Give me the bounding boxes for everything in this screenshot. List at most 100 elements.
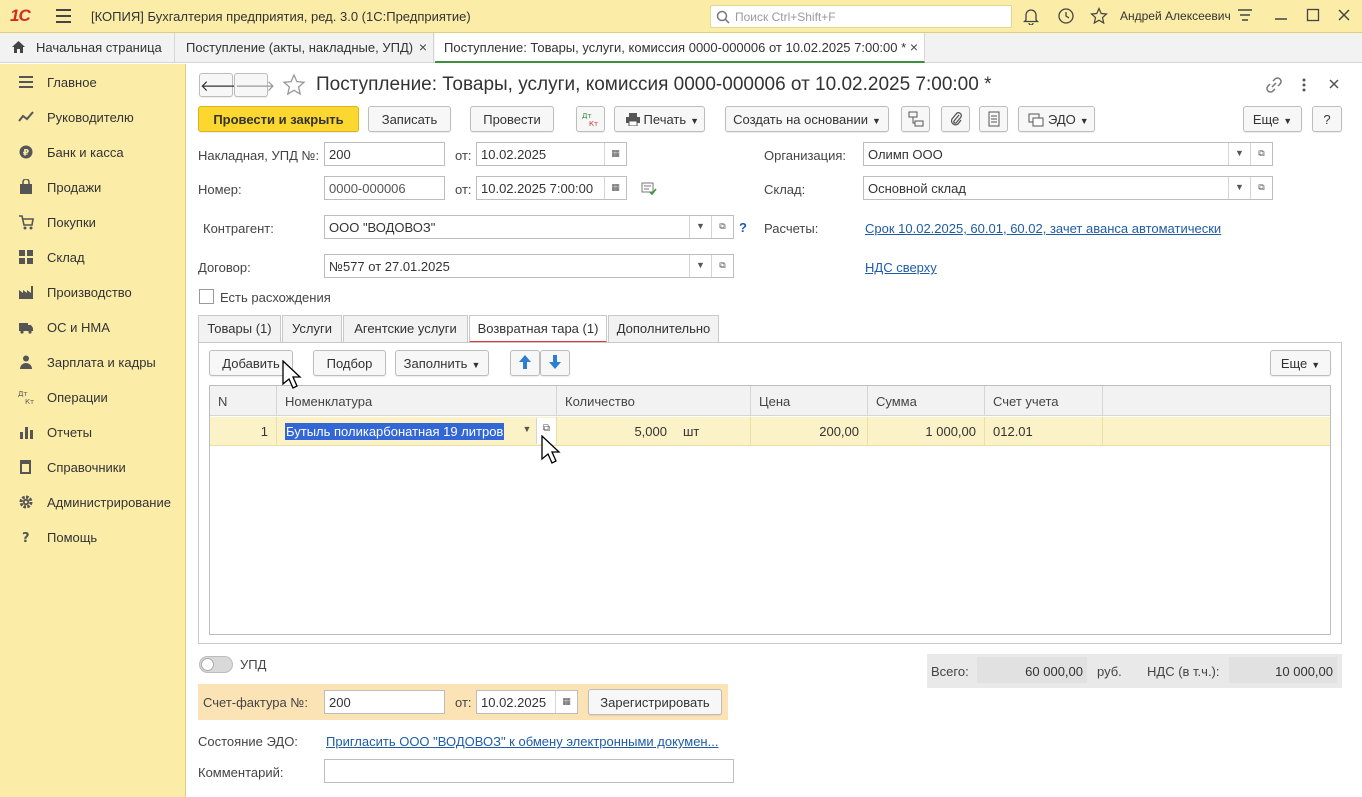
- column-header-n[interactable]: N: [210, 386, 277, 416]
- column-header-quantity[interactable]: Количество: [557, 386, 751, 416]
- contract-field[interactable]: №577 от 27.01.2025 ▼ ⧉: [324, 254, 734, 278]
- edo-invite-link[interactable]: Пригласить ООО "ВОДОВОЗ" к обмену электр…: [326, 734, 718, 749]
- bell-icon[interactable]: [1023, 7, 1039, 25]
- cell-sum[interactable]: 1 000,00: [868, 417, 985, 446]
- settlements-link[interactable]: Срок 10.02.2025, 60.01, 60.02, зачет ава…: [865, 221, 1221, 236]
- user-name[interactable]: Андрей Алексеевич: [1120, 9, 1231, 23]
- back-arrow-icon[interactable]: 🡐: [199, 73, 240, 97]
- tab-agent-services[interactable]: Агентские услуги: [343, 315, 468, 342]
- tab-goods[interactable]: Товары (1): [198, 315, 281, 342]
- invoice-number-field[interactable]: 200: [324, 142, 445, 166]
- move-down-button[interactable]: [540, 350, 570, 376]
- chevron-down-icon[interactable]: ▼: [1228, 177, 1250, 199]
- discrepancy-checkbox[interactable]: [199, 289, 214, 304]
- invoice-date-field[interactable]: 10.02.2025 ▦: [476, 142, 627, 166]
- history-icon[interactable]: [1057, 7, 1075, 25]
- favorite-star-icon[interactable]: [282, 73, 306, 97]
- cell-account[interactable]: 012.01: [985, 417, 1103, 446]
- global-search-input[interactable]: Поиск Ctrl+Shift+F: [710, 5, 1012, 28]
- fill-button[interactable]: Заполнить ▼: [395, 350, 489, 376]
- edo-button[interactable]: ЭДО ▼: [1018, 106, 1095, 132]
- help-button[interactable]: ?: [1312, 106, 1342, 132]
- minimize-icon[interactable]: [1274, 7, 1288, 23]
- close-form-icon[interactable]: [1328, 77, 1340, 91]
- table-row[interactable]: 1 Бутыль поликарбонатная 19 литров ▼ ⧉ 5…: [210, 417, 1330, 446]
- column-header-price[interactable]: Цена: [751, 386, 868, 416]
- register-button[interactable]: Зарегистрировать: [588, 689, 722, 715]
- sidebar-item-salary[interactable]: Зарплата и кадры: [0, 345, 186, 380]
- create-based-on-button[interactable]: Создать на основании ▼: [725, 106, 889, 132]
- star-icon[interactable]: [1090, 7, 1108, 25]
- open-icon[interactable]: ⧉: [711, 255, 733, 277]
- warehouse-field[interactable]: Основной склад ▼ ⧉: [863, 176, 1273, 200]
- tab-additional[interactable]: Дополнительно: [608, 315, 719, 342]
- sidebar-item-production[interactable]: Производство: [0, 275, 186, 310]
- open-icon[interactable]: ⧉: [1250, 143, 1272, 165]
- sidebar-item-admin[interactable]: Администрирование: [0, 485, 186, 520]
- hamburger-menu-icon[interactable]: [56, 9, 71, 23]
- invoice-block-number-field[interactable]: 200: [324, 690, 445, 714]
- number-field[interactable]: 0000-000006: [324, 176, 445, 200]
- sidebar-item-fixed-assets[interactable]: ОС и НМА: [0, 310, 186, 345]
- calendar-icon[interactable]: ▦: [555, 691, 577, 713]
- close-window-icon[interactable]: [1337, 7, 1351, 23]
- tab-receipts-list[interactable]: Поступление (акты, накладные, УПД) ×: [176, 33, 434, 63]
- counterparty-field[interactable]: ООО "ВОДОВОЗ" ▼ ⧉: [324, 215, 734, 239]
- open-icon[interactable]: ⧉: [711, 216, 733, 238]
- sidebar-item-main[interactable]: Главное: [0, 65, 186, 100]
- move-up-button[interactable]: [510, 350, 540, 376]
- structure-button[interactable]: [901, 106, 930, 132]
- column-header-account[interactable]: Счет учета: [985, 386, 1103, 416]
- column-header-sum[interactable]: Сумма: [868, 386, 985, 416]
- chevron-down-icon[interactable]: ▼: [689, 216, 711, 238]
- calendar-icon[interactable]: ▦: [604, 143, 626, 165]
- attach-button[interactable]: [941, 106, 970, 132]
- more-button[interactable]: Еще ▼: [1243, 106, 1302, 132]
- cell-price[interactable]: 200,00: [751, 417, 868, 446]
- sidebar-item-sales[interactable]: Продажи: [0, 170, 186, 205]
- upd-toggle[interactable]: [199, 656, 233, 673]
- comment-field[interactable]: [324, 759, 734, 783]
- post-button[interactable]: Провести: [470, 106, 554, 132]
- add-button[interactable]: Добавить: [209, 350, 293, 376]
- close-tab-icon[interactable]: ×: [419, 39, 427, 55]
- sidebar-item-manager[interactable]: Руководителю: [0, 100, 186, 135]
- sidebar-item-warehouse[interactable]: Склад: [0, 240, 186, 275]
- vat-link[interactable]: НДС сверху: [865, 260, 937, 275]
- organization-field[interactable]: Олимп ООО ▼ ⧉: [863, 142, 1273, 166]
- sidebar-item-bank[interactable]: ₽ Банк и касса: [0, 135, 186, 170]
- chevron-down-icon[interactable]: ▼: [1228, 143, 1250, 165]
- calendar-icon[interactable]: ▦: [604, 177, 626, 199]
- invoice-block-date-field[interactable]: 10.02.2025 ▦: [476, 690, 578, 714]
- sidebar-item-purchases[interactable]: Покупки: [0, 205, 186, 240]
- cell-quantity[interactable]: 5,000: [557, 417, 675, 446]
- sidebar-item-reports[interactable]: Отчеты: [0, 415, 186, 450]
- close-tab-icon[interactable]: ×: [910, 39, 918, 55]
- counterparty-help-icon[interactable]: ?: [739, 220, 747, 235]
- maximize-icon[interactable]: [1306, 7, 1320, 23]
- settings-lines-icon[interactable]: [1237, 7, 1253, 23]
- status-document-icon[interactable]: [641, 182, 657, 196]
- chevron-down-icon[interactable]: ▼: [689, 255, 711, 277]
- more-vertical-icon[interactable]: [1299, 76, 1309, 94]
- open-icon[interactable]: ⧉: [1250, 177, 1272, 199]
- containers-table[interactable]: N Номенклатура Количество Цена Сумма Сче…: [209, 385, 1331, 635]
- sidebar-item-help[interactable]: ? Помощь: [0, 520, 186, 555]
- report-button[interactable]: [979, 106, 1008, 132]
- number-date-field[interactable]: 10.02.2025 7:00:00 ▦: [476, 176, 627, 200]
- chevron-down-icon[interactable]: ▼: [516, 418, 538, 444]
- write-button[interactable]: Записать: [368, 106, 451, 132]
- post-and-close-button[interactable]: Провести и закрыть: [198, 106, 359, 132]
- forward-arrow-icon[interactable]: 🡒: [234, 73, 275, 97]
- tab-home[interactable]: Начальная страница: [0, 33, 175, 63]
- tab-returnable-containers[interactable]: Возвратная тара (1): [469, 315, 607, 343]
- link-icon[interactable]: [1265, 76, 1283, 94]
- sidebar-item-catalogs[interactable]: Справочники: [0, 450, 186, 485]
- tab-services[interactable]: Услуги: [282, 315, 342, 342]
- column-header-item[interactable]: Номенклатура: [277, 386, 557, 416]
- dt-kt-postings-button[interactable]: Дт Кт: [576, 106, 605, 132]
- table-more-button[interactable]: Еще ▼: [1270, 350, 1331, 376]
- sidebar-item-operations[interactable]: Дт Кт Операции: [0, 380, 186, 415]
- print-button[interactable]: Печать ▼: [614, 106, 705, 132]
- cell-item[interactable]: Бутыль поликарбонатная 19 литров ▼ ⧉: [277, 417, 557, 446]
